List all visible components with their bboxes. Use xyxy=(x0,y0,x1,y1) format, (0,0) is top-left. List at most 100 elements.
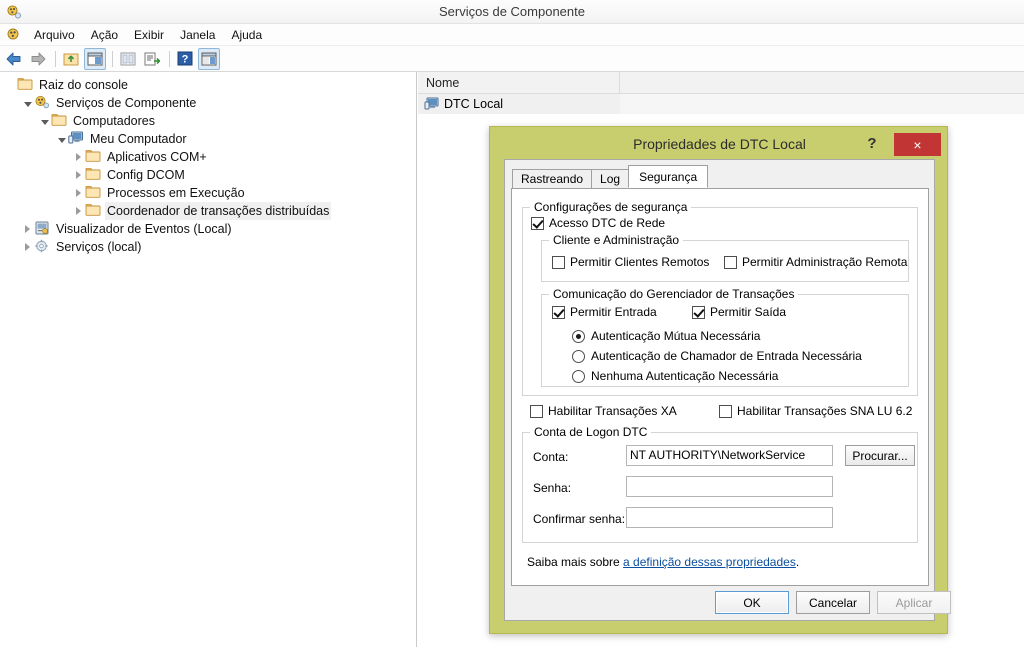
checkbox-box xyxy=(552,255,565,269)
tab-log[interactable]: Log xyxy=(591,169,630,188)
radio-circle xyxy=(572,349,585,363)
allow-inbound-checkbox[interactable]: Permitir Entrada xyxy=(552,305,657,319)
radio-mutual-authentication[interactable]: Autenticação Mútua Necessária xyxy=(572,329,760,343)
help-text-suffix: . xyxy=(795,555,800,569)
properties-icon[interactable] xyxy=(117,48,139,70)
seguranca-tab-page: Configurações de segurança Acesso DTC de… xyxy=(511,188,929,586)
browse-button[interactable]: Procurar... xyxy=(845,445,915,466)
enable-xa-transactions-checkbox[interactable]: Habilitar Transações XA xyxy=(530,404,677,418)
chevron-down-icon[interactable] xyxy=(55,130,68,148)
show-console-tree-icon[interactable] xyxy=(198,47,220,70)
dialog-titlebar[interactable]: Propriedades de DTC Local ? × xyxy=(493,130,946,159)
radio-mutual-authentication-label: Autenticação Mútua Necessária xyxy=(591,329,761,343)
chevron-right-icon[interactable] xyxy=(21,220,34,238)
tree-node[interactable]: Computadores xyxy=(0,112,416,130)
chevron-right-icon[interactable] xyxy=(72,184,85,202)
help-icon[interactable]: ? xyxy=(174,48,196,70)
help-question-icon[interactable]: ? xyxy=(861,133,883,155)
back-icon[interactable] xyxy=(3,48,25,70)
chevron-right-icon[interactable] xyxy=(72,166,85,184)
allow-remote-clients-label: Permitir Clientes Remotos xyxy=(570,255,710,269)
tab-seguranca[interactable]: Segurança xyxy=(628,165,709,188)
tab-rastreando[interactable]: Rastreando xyxy=(512,169,593,188)
listview-row-name-cell[interactable]: DTC Local xyxy=(418,94,620,114)
menu-exibir[interactable]: Exibir xyxy=(126,25,172,45)
radio-circle xyxy=(572,369,585,383)
allow-outbound-checkbox[interactable]: Permitir Saída xyxy=(692,305,786,319)
column-header-nome[interactable]: Nome xyxy=(418,72,620,94)
apply-button[interactable]: Aplicar xyxy=(877,591,951,614)
tree-twisty-empty xyxy=(4,76,17,94)
chevron-down-icon[interactable] xyxy=(21,94,34,112)
tree-node[interactable]: Raiz do console xyxy=(0,76,416,94)
properties-definition-link[interactable]: a definição dessas propriedades xyxy=(623,555,796,569)
tree-node[interactable]: Meu Computador xyxy=(0,130,416,148)
network-dtc-access-checkbox[interactable]: Acesso DTC de Rede xyxy=(531,216,665,230)
allow-remote-admin-label: Permitir Administração Remota xyxy=(742,255,908,269)
toolbar-separator xyxy=(55,50,56,67)
tree-node[interactable]: Visualizador de Eventos (Local) xyxy=(0,220,416,238)
cancel-button[interactable]: Cancelar xyxy=(796,591,870,614)
chevron-right-icon[interactable] xyxy=(72,148,85,166)
folder-icon xyxy=(85,185,102,201)
security-settings-group: Configurações de segurança Acesso DTC de… xyxy=(522,200,918,396)
chevron-down-icon[interactable] xyxy=(38,112,51,130)
event-viewer-icon xyxy=(34,221,51,237)
tree-node[interactable]: Serviços (local) xyxy=(0,238,416,256)
help-text-prefix: Saiba mais sobre xyxy=(527,555,624,569)
menu-arquivo[interactable]: Arquivo xyxy=(26,25,83,45)
tree-node[interactable]: Serviços de Componente xyxy=(0,94,416,112)
checkbox-box xyxy=(719,404,732,418)
up-one-level-icon[interactable] xyxy=(60,48,82,70)
enable-sna-transactions-checkbox[interactable]: Habilitar Transações SNA LU 6.2 xyxy=(719,404,912,418)
chevron-right-icon[interactable] xyxy=(21,238,34,256)
transaction-manager-communication-group: Comunicação do Gerenciador de Transações… xyxy=(541,287,909,387)
computer-icon xyxy=(68,131,85,147)
listview-row-label: DTC Local xyxy=(444,97,504,111)
enable-xa-transactions-label: Habilitar Transações XA xyxy=(548,404,677,418)
tree-node[interactable]: Aplicativos COM+ xyxy=(0,148,416,166)
tree-node-label: Config DCOM xyxy=(107,168,185,182)
allow-remote-admin-checkbox[interactable]: Permitir Administração Remota xyxy=(724,255,907,269)
network-dtc-access-label: Acesso DTC de Rede xyxy=(549,216,666,230)
tree-node-label: Serviços (local) xyxy=(56,240,142,254)
menu-acao[interactable]: Ação xyxy=(83,25,126,45)
radio-incoming-caller-authentication[interactable]: Autenticação de Chamador de Entrada Nece… xyxy=(572,349,862,363)
radio-no-authentication-label: Nenhuma Autenticação Necessária xyxy=(591,369,779,383)
client-admin-group: Cliente e Administração Permitir Cliente… xyxy=(541,233,909,282)
tree-node[interactable]: Config DCOM xyxy=(0,166,416,184)
toolbar-separator-3 xyxy=(169,50,170,67)
menu-items: Arquivo Ação Exibir Janela Ajuda xyxy=(26,24,270,46)
menu-janela[interactable]: Janela xyxy=(172,25,223,45)
tree-node[interactable]: Processos em Execução xyxy=(0,184,416,202)
tree-node-label: Serviços de Componente xyxy=(56,96,197,110)
confirm-password-input[interactable] xyxy=(626,507,833,528)
tree-node[interactable]: Coordenador de transações distribuídas xyxy=(0,202,416,220)
help-text-line: Saiba mais sobre a definição dessas prop… xyxy=(527,555,799,569)
forward-icon[interactable] xyxy=(27,48,49,70)
list-item[interactable]: DTC Local xyxy=(418,94,1024,114)
window-title: Serviços de Componente xyxy=(439,4,585,19)
computer-icon xyxy=(424,97,440,111)
folder-icon xyxy=(85,149,102,165)
column-header-blank[interactable] xyxy=(620,72,1024,94)
tm-communication-legend: Comunicação do Gerenciador de Transações xyxy=(549,287,799,301)
close-icon[interactable]: × xyxy=(894,133,941,156)
toolbar-separator-2 xyxy=(112,50,113,67)
checkbox-box xyxy=(530,404,543,418)
ok-button[interactable]: OK xyxy=(715,591,789,614)
checkbox-box xyxy=(724,255,737,269)
radio-no-authentication[interactable]: Nenhuma Autenticação Necessária xyxy=(572,369,778,383)
export-list-icon[interactable] xyxy=(141,48,163,70)
folder-icon xyxy=(17,77,34,93)
account-label: Conta: xyxy=(533,450,569,464)
window-titlebar: Serviços de Componente xyxy=(0,0,1024,24)
dialog-footer: OK Cancelar Aplicar xyxy=(505,591,951,621)
account-input[interactable]: NT AUTHORITY\NetworkService xyxy=(626,445,833,466)
chevron-right-icon[interactable] xyxy=(72,202,85,220)
show-hide-tree-icon[interactable] xyxy=(84,47,106,70)
menu-ajuda[interactable]: Ajuda xyxy=(223,25,270,45)
password-input[interactable] xyxy=(626,476,833,497)
dialog-frame: Propriedades de DTC Local ? × Rastreando… xyxy=(493,130,951,632)
allow-remote-clients-checkbox[interactable]: Permitir Clientes Remotos xyxy=(552,255,709,269)
